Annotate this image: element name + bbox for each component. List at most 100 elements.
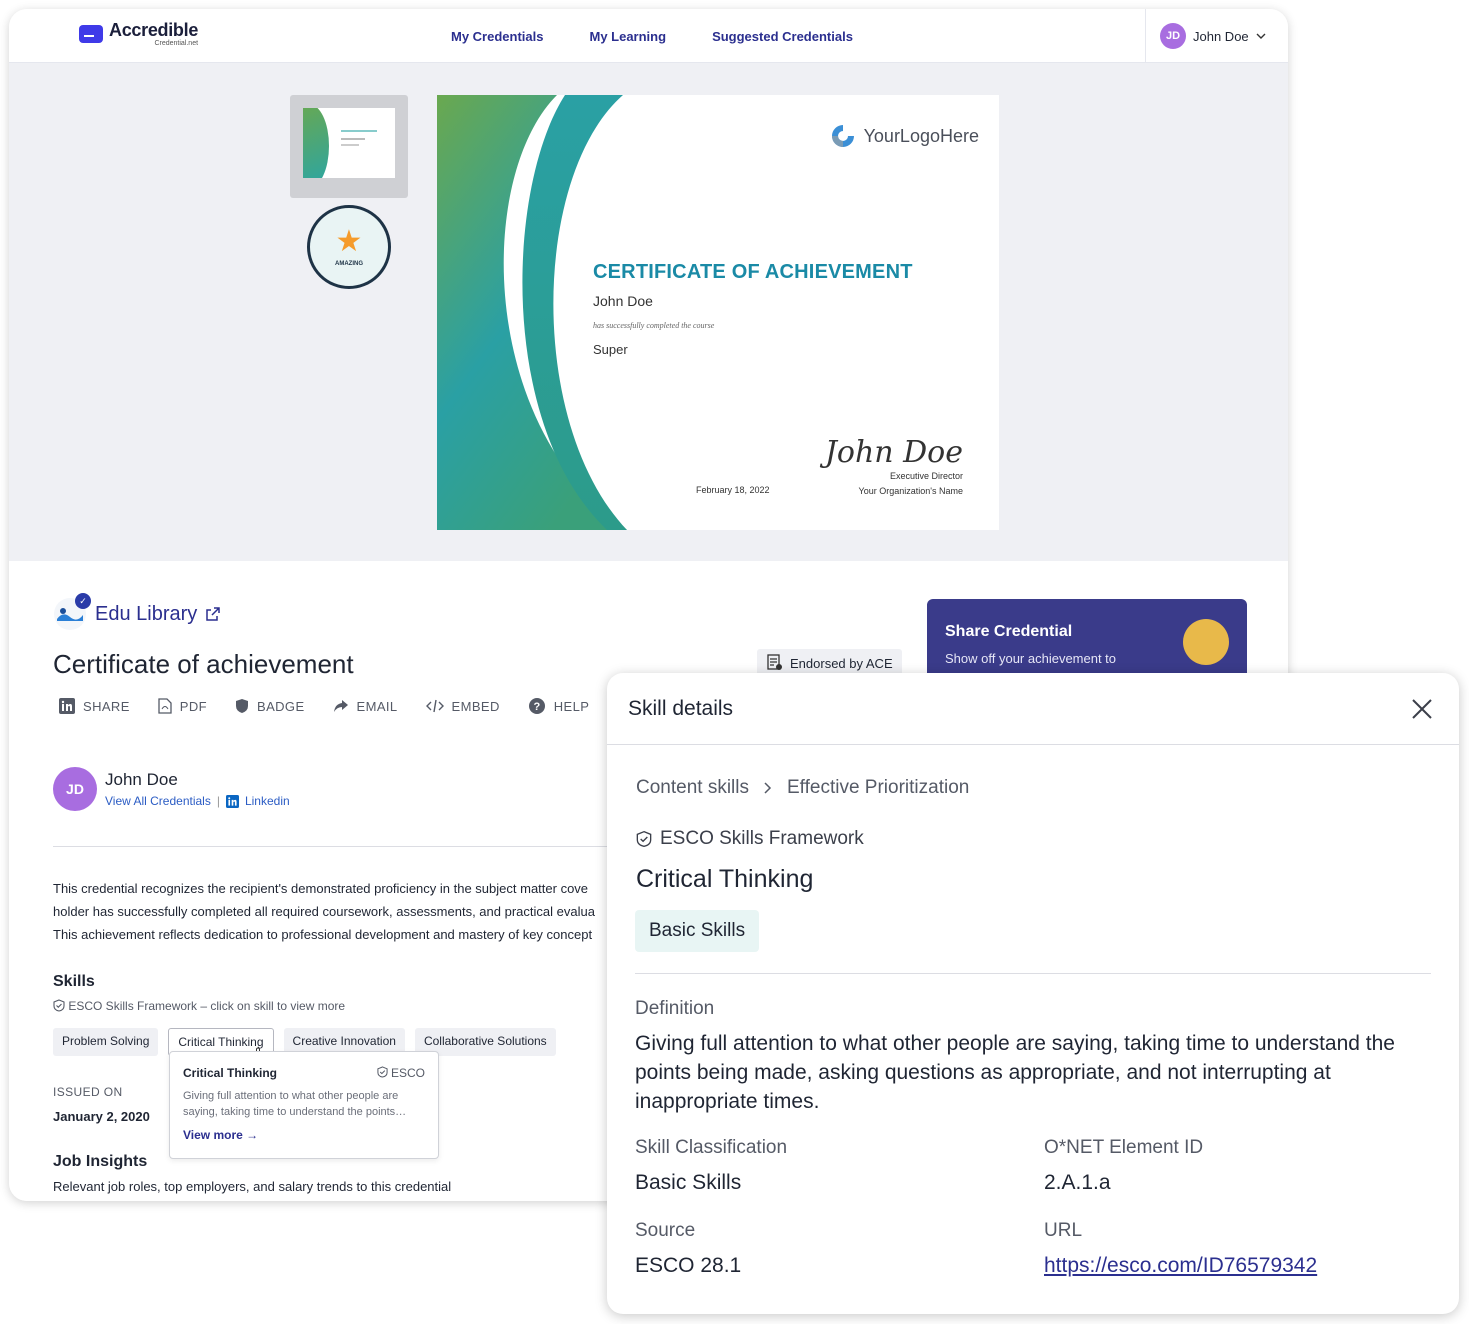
endorsement-icon [767, 654, 782, 670]
description-line: This achievement reflects dedication to … [53, 927, 593, 942]
help-label: HELP [553, 698, 590, 714]
help-icon: ? [528, 698, 545, 714]
onet-label: O*NET Element ID [1044, 1137, 1204, 1158]
email-button[interactable]: EMAIL [333, 697, 398, 715]
issuer: ✓ Edu Library [53, 593, 221, 631]
divider [53, 846, 613, 847]
framework-text: ESCO Skills Framework [660, 828, 864, 849]
link-separator: | [216, 794, 220, 808]
swirl-logo-icon [831, 125, 854, 147]
certificate-preview: YourLogoHere CERTIFICATE OF ACHIEVEMENT … [437, 95, 999, 530]
breadcrumb-current: Effective Prioritization [787, 777, 970, 798]
source-label: Source [635, 1220, 696, 1241]
issued-on-label: ISSUED ON [53, 1085, 123, 1099]
view-more-label: View more [183, 1128, 243, 1142]
user-menu[interactable]: JD John Doe [1145, 9, 1288, 63]
certificate-title: CERTIFICATE OF ACHIEVEMENT [593, 261, 913, 283]
url-link[interactable]: https://esco.com/ID76579342 [1044, 1254, 1317, 1278]
certificate-completed-text: has successfully completed the course [593, 321, 715, 330]
badge-label: BADGE [257, 698, 305, 714]
source-value: ESCO 28.1 [635, 1254, 742, 1277]
nav-suggested-credentials[interactable]: Suggested Credentials [712, 29, 853, 44]
certificate-org-name: Your Organization's Name [858, 486, 963, 496]
linkedin-icon [59, 698, 75, 714]
owner-name: John Doe [105, 770, 178, 789]
top-navbar: Accredible Credential.net My Credentials… [9, 9, 1288, 63]
external-link-icon[interactable] [205, 606, 221, 622]
nav-my-learning[interactable]: My Learning [589, 29, 666, 44]
owner-avatar: JD [53, 767, 97, 811]
panel-header: Skill details [607, 673, 1459, 745]
panel-title: Skill details [628, 696, 734, 720]
user-avatar: JD [1160, 23, 1186, 49]
issued-on-date: January 2, 2020 [53, 1109, 150, 1124]
skill-popover: Critical Thinking ESCO Giving full atten… [169, 1051, 439, 1159]
onet-value: 2.A.1.a [1044, 1171, 1111, 1194]
shield-check-icon [377, 1066, 388, 1078]
medal-icon [1183, 619, 1229, 665]
view-all-credentials-link[interactable]: View All Credentials [105, 794, 211, 808]
popover-source-text: ESCO [390, 1066, 425, 1080]
url-label: URL [1044, 1220, 1083, 1241]
star-icon: ★ [335, 225, 363, 258]
skill-details-panel: Skill details Content skills Effective P… [607, 673, 1459, 1314]
chevron-right-icon [764, 782, 772, 794]
certificate-recipient: John Doe [593, 293, 653, 309]
skill-chip[interactable]: Problem Solving [53, 1028, 159, 1056]
view-more-link[interactable]: View more → [183, 1128, 425, 1142]
badge-label: AMAZING [335, 261, 363, 267]
skills-heading: Skills [53, 973, 95, 990]
shield-check-icon [636, 830, 652, 848]
close-icon [1412, 698, 1432, 719]
badge-thumbnail[interactable]: ★ AMAZING [307, 205, 391, 289]
help-button[interactable]: ? HELP [528, 697, 590, 715]
chevron-down-icon [1256, 33, 1266, 39]
share-label: SHARE [83, 698, 130, 714]
close-button[interactable] [1406, 693, 1438, 725]
nav-links: My Credentials My Learning Suggested Cre… [451, 29, 853, 44]
certificate-thumbnail[interactable] [290, 95, 408, 198]
framework-label: ESCO Skills Framework [636, 828, 864, 850]
linkedin-icon [225, 794, 239, 808]
shield-check-icon [53, 999, 65, 1012]
definition-text: Giving full attention to what other peop… [635, 1032, 1395, 1113]
credential-owner: JD John Doe View All Credentials | Linke… [53, 767, 290, 811]
skills-subheading-text: ESCO Skills Framework – click on skill t… [68, 999, 346, 1013]
certificate-org-logo: YourLogoHere [830, 123, 979, 149]
pdf-icon [158, 698, 172, 714]
nav-my-credentials[interactable]: My Credentials [451, 29, 543, 44]
job-insights-subheading: Relevant job roles, top employers, and s… [53, 1179, 452, 1194]
skill-name: Critical Thinking [636, 865, 814, 893]
skill-classification-tag: Basic Skills [635, 910, 760, 952]
issuer-logo: ✓ [53, 593, 91, 631]
popover-source: ESCO [377, 1066, 425, 1080]
definition-label: Definition [635, 998, 715, 1019]
brand-name: Accredible [109, 20, 199, 40]
job-insights-heading: Job Insights [53, 1153, 148, 1170]
credential-description: This credential recognizes the recipient… [53, 877, 613, 946]
certificate-course: Super [593, 342, 628, 357]
shield-icon [236, 699, 248, 713]
verified-check-icon: ✓ [75, 593, 91, 609]
certificate-date: February 18, 2022 [696, 485, 770, 495]
linkedin-link[interactable]: Linkedin [245, 794, 290, 808]
brand-logo[interactable]: Accredible Credential.net [79, 21, 198, 47]
classification-value: Basic Skills [635, 1171, 742, 1194]
code-icon [425, 699, 444, 713]
certificate-signature: John Doe [824, 435, 963, 470]
user-name: John Doe [1193, 28, 1249, 44]
issuer-name-link[interactable]: Edu Library [95, 603, 197, 626]
breadcrumb: Content skills Effective Prioritization [636, 777, 969, 799]
badge-button[interactable]: BADGE [235, 697, 305, 715]
svg-text:?: ? [533, 701, 540, 713]
email-label: EMAIL [356, 698, 398, 714]
embed-label: EMBED [451, 698, 500, 714]
accredible-logo-icon [79, 25, 103, 43]
share-button[interactable]: SHARE [59, 697, 130, 715]
description-line: This credential recognizes the recipient… [53, 881, 589, 896]
breadcrumb-item[interactable]: Content skills [636, 777, 749, 799]
embed-button[interactable]: EMBED [425, 697, 500, 715]
popover-text: Giving full attention to what other peop… [183, 1090, 407, 1118]
pdf-button[interactable]: PDF [158, 697, 207, 715]
skills-subheading: ESCO Skills Framework – click on skill t… [53, 999, 345, 1013]
